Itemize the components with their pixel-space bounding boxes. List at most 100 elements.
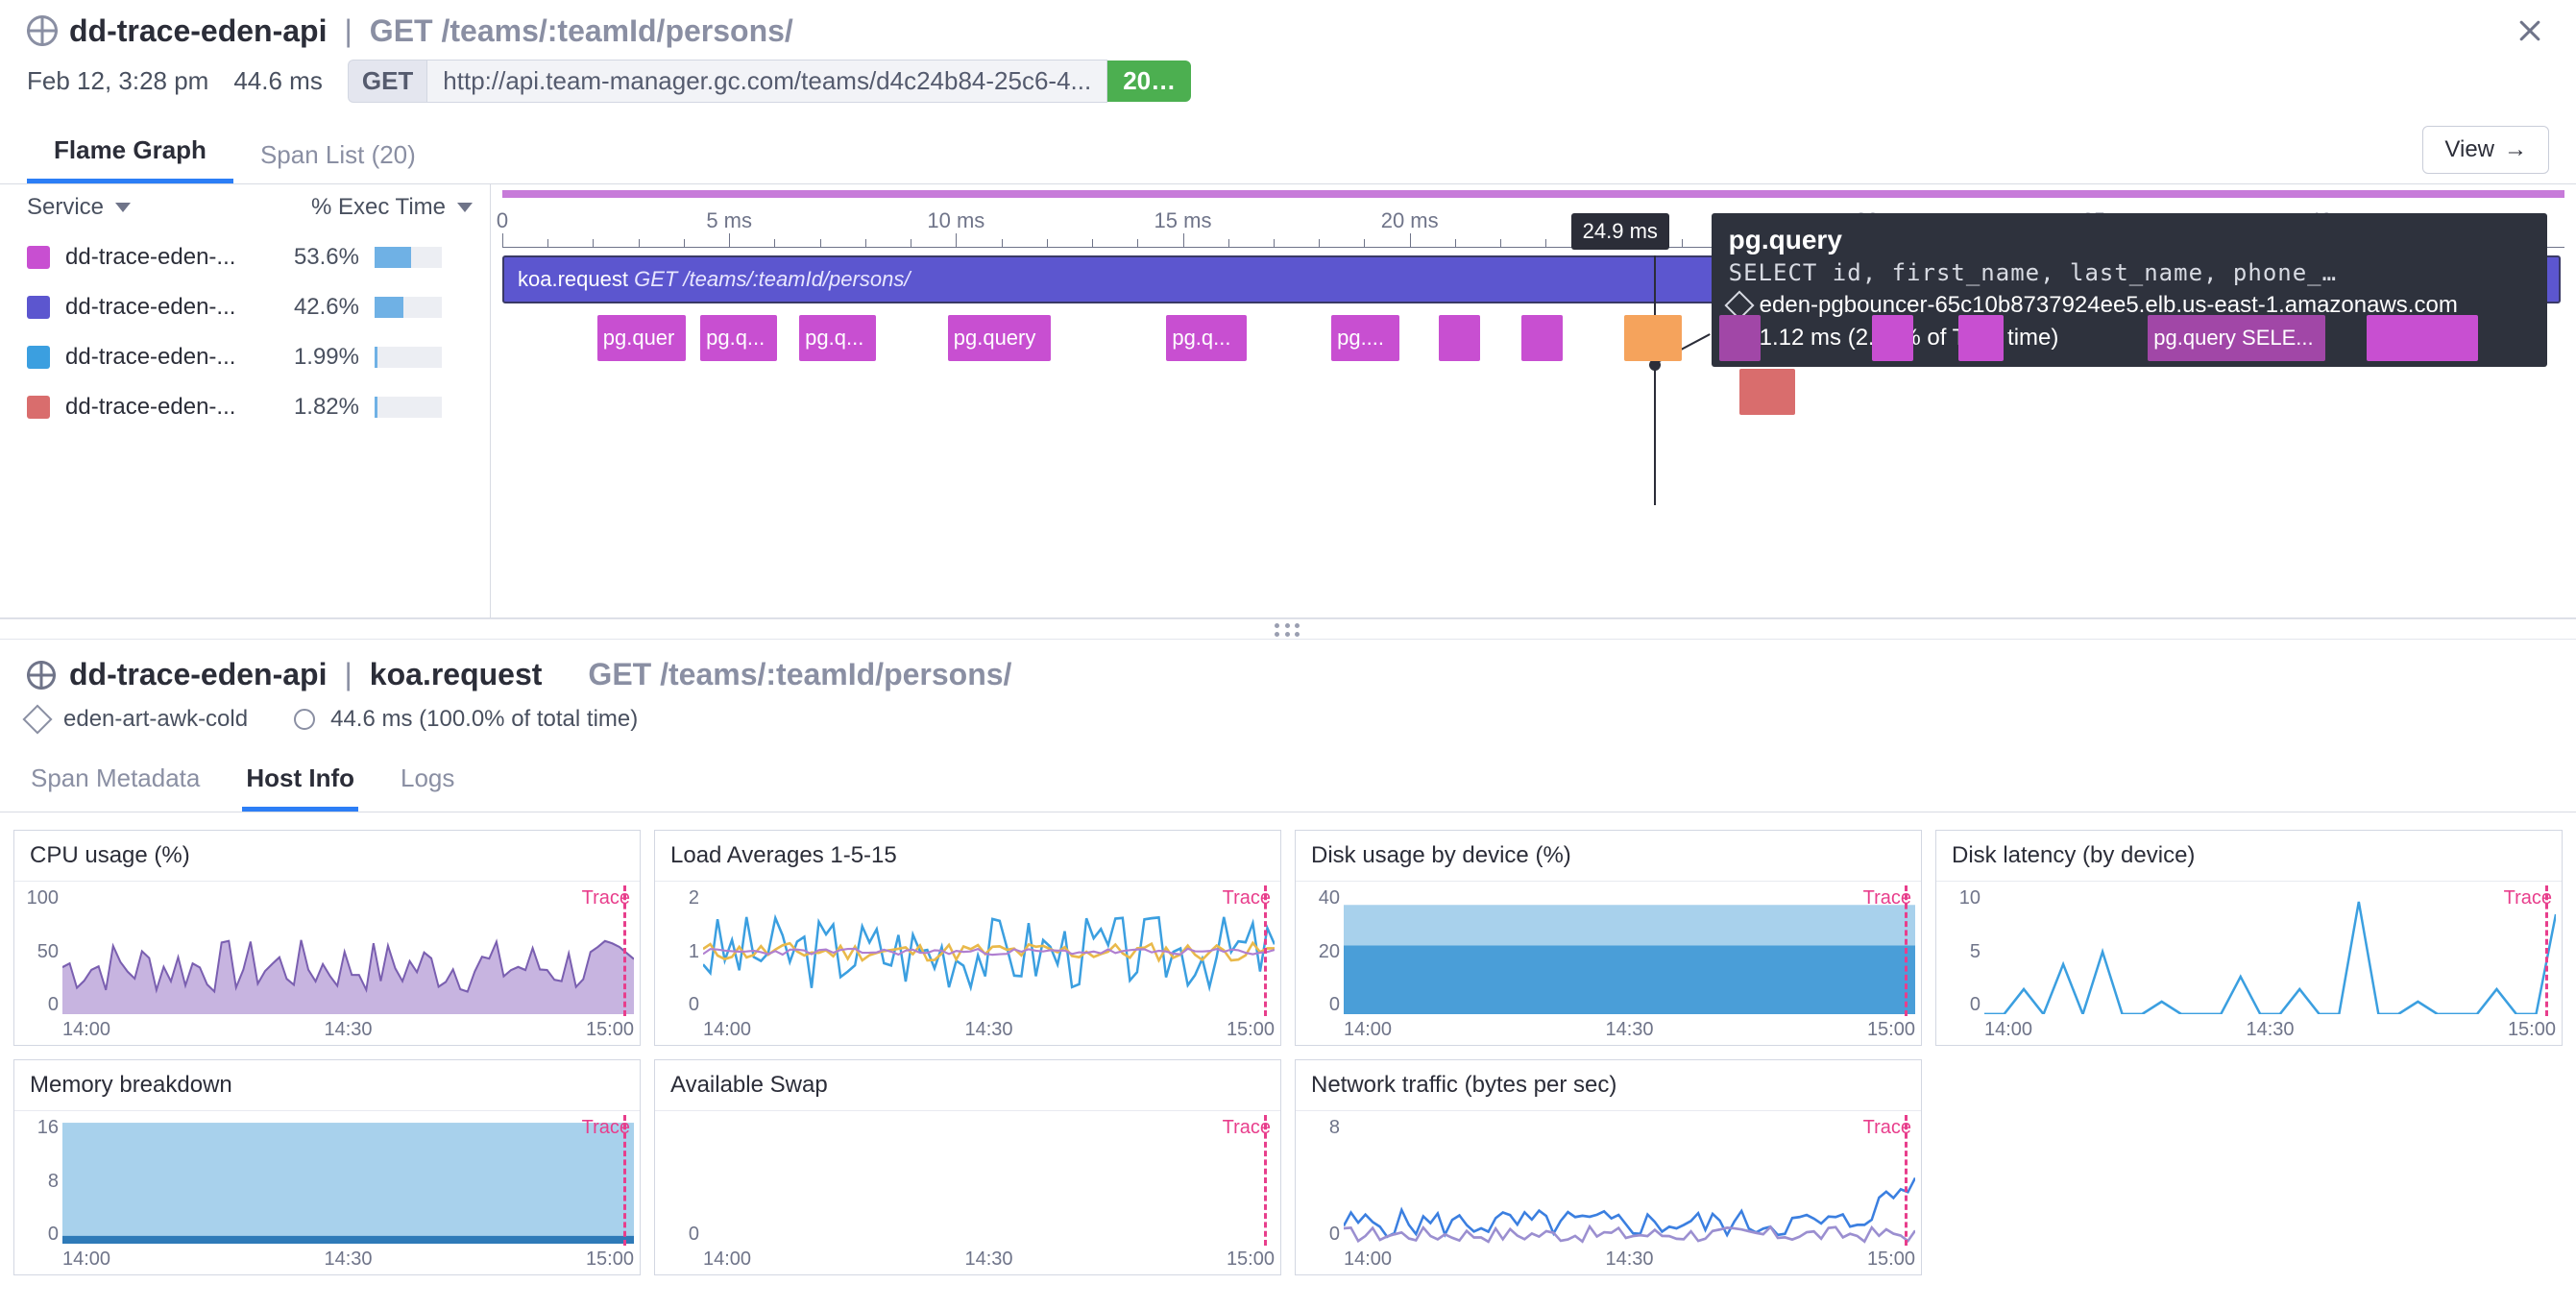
ruler-tick-label: 0 [497, 208, 508, 233]
color-swatch [27, 296, 50, 319]
trace-marker-line [1905, 885, 1908, 1016]
tooltip-sql: SELECT id, first_name, last_name, phone_… [1729, 259, 2530, 286]
trace-marker-line [623, 885, 626, 1016]
http-status-badge: 20… [1107, 61, 1191, 102]
minimap[interactable] [502, 190, 2564, 198]
flame-span[interactable] [1739, 369, 1795, 415]
detail-service: dd-trace-eden-api [69, 657, 327, 692]
flame-span[interactable]: pg.q... [799, 315, 875, 361]
chart-plot [1344, 1119, 1915, 1244]
globe-icon [27, 15, 58, 46]
exectime-column-header[interactable]: % Exec Time [311, 194, 473, 221]
flame-span[interactable]: pg.... [1331, 315, 1399, 361]
http-url[interactable]: http://api.team-manager.gc.com/teams/d4c… [426, 60, 1107, 103]
span-detail-sub: eden-art-awk-cold 44.6 ms (100.0% of tot… [0, 698, 2576, 750]
detail-tabs: Span Metadata Host Info Logs [0, 750, 2576, 812]
legend-service-label: dd-trace-eden-... [65, 344, 257, 371]
legend-mini-bar [375, 347, 442, 368]
view-tabs: Flame Graph Span List (20) View → [0, 116, 2576, 184]
trace-marker-line [2545, 885, 2548, 1016]
view-button-label: View [2444, 136, 2494, 163]
chart-card[interactable]: Available Swap 0 Trace 14:0014:3015:00 [654, 1059, 1281, 1275]
chart-card[interactable]: Memory breakdown 1680 Trace 14:0014:3015… [13, 1059, 641, 1275]
detail-span-name: koa.request [370, 657, 543, 692]
tab-span-metadata[interactable]: Span Metadata [27, 750, 204, 812]
span-detail-header: dd-trace-eden-api | koa.request GET /tea… [0, 640, 2576, 698]
chart-title: Memory breakdown [14, 1060, 640, 1111]
tooltip-host: eden-pgbouncer-65c10b8737924ee5.elb.us-e… [1760, 292, 2458, 319]
flame-span[interactable]: pg.q... [1166, 315, 1247, 361]
chart-plot [1984, 889, 2556, 1014]
tab-host-info[interactable]: Host Info [242, 750, 358, 812]
trace-marker-line [1264, 885, 1267, 1016]
ruler-tick-label: 20 ms [1381, 208, 1439, 233]
hover-marker: 24.9 ms pg.query SELECT id, first_name, … [1654, 255, 1656, 505]
chart-card[interactable]: Disk usage by device (%) 40200 Trace 14:… [1295, 830, 1922, 1046]
arrow-right-icon: → [2504, 136, 2527, 163]
legend-row[interactable]: dd-trace-eden-... 53.6% [27, 232, 473, 282]
tab-span-list[interactable]: Span List (20) [233, 127, 443, 183]
legend-pct: 1.82% [273, 394, 359, 421]
trace-marker-line [1264, 1115, 1267, 1246]
tooltip-title: pg.query [1729, 225, 2530, 255]
http-method-badge: GET [348, 60, 426, 103]
duration: 44.6 ms [233, 66, 323, 96]
flame-span[interactable] [1872, 315, 1913, 361]
chart-card[interactable]: Network traffic (bytes per sec) 80 Trace… [1295, 1059, 1922, 1275]
host-icon [22, 704, 52, 734]
trace-marker-line [1905, 1115, 1908, 1246]
flame-span[interactable]: pg.query SELE... [2148, 315, 2325, 361]
flame-span[interactable]: pg.q... [700, 315, 776, 361]
view-button[interactable]: View → [2422, 126, 2549, 174]
color-swatch [27, 246, 50, 269]
flame-span[interactable] [1439, 315, 1480, 361]
timestamp: Feb 12, 3:28 pm [27, 66, 208, 96]
legend-row[interactable]: dd-trace-eden-... 1.99% [27, 332, 473, 382]
service-column-header[interactable]: Service [27, 194, 131, 221]
legend-row[interactable]: dd-trace-eden-... 42.6% [27, 282, 473, 332]
panel-resize-handle[interactable] [0, 618, 2576, 640]
legend-mini-bar [375, 247, 442, 268]
chart-title: CPU usage (%) [14, 831, 640, 882]
legend-service-label: dd-trace-eden-... [65, 394, 257, 421]
operation-name: GET /teams/:teamId/persons/ [370, 13, 793, 49]
chart-card[interactable]: Disk latency (by device) 1050 Trace 14:0… [1935, 830, 2563, 1046]
color-swatch [27, 396, 50, 419]
request-pill: GET http://api.team-manager.gc.com/teams… [348, 60, 1191, 103]
flame-span[interactable] [1521, 315, 1563, 361]
chart-plot [62, 1119, 634, 1244]
chart-plot [703, 1119, 1275, 1244]
detail-duration: 44.6 ms (100.0% of total time) [330, 706, 638, 733]
tab-logs[interactable]: Logs [397, 750, 458, 812]
flame-span[interactable] [2367, 315, 2478, 361]
legend-mini-bar [375, 397, 442, 418]
flame-span[interactable]: pg.query [948, 315, 1051, 361]
legend-mini-bar [375, 297, 442, 318]
legend-pct: 42.6% [273, 294, 359, 321]
chart-plot [1344, 889, 1915, 1014]
trace-header: dd-trace-eden-api | GET /teams/:teamId/p… [0, 0, 2576, 56]
legend-row[interactable]: dd-trace-eden-... 1.82% [27, 382, 473, 432]
detail-host: eden-art-awk-cold [63, 706, 248, 733]
trace-subheader: Feb 12, 3:28 pm 44.6 ms GET http://api.t… [0, 56, 2576, 116]
chart-card[interactable]: Load Averages 1-5-15 210 Trace 14:0014:3… [654, 830, 1281, 1046]
caret-down-icon [457, 203, 473, 212]
flame-span[interactable]: pg.quer [597, 315, 686, 361]
clock-icon [294, 709, 315, 730]
legend-service-label: dd-trace-eden-... [65, 244, 257, 271]
chart-title: Load Averages 1-5-15 [655, 831, 1280, 882]
flame-span[interactable] [1624, 315, 1682, 361]
flame-graph[interactable]: 05 ms10 ms15 ms20 ms30 ms35 ms40 ms koa.… [490, 184, 2576, 618]
chart-title: Network traffic (bytes per sec) [1296, 1060, 1921, 1111]
hover-time-badge: 24.9 ms [1571, 213, 1669, 250]
tab-flame-graph[interactable]: Flame Graph [27, 122, 233, 183]
flame-lanes[interactable]: koa.request GET /teams/:teamId/persons/ … [502, 255, 2564, 505]
chart-card[interactable]: CPU usage (%) 100500 Trace 14:0014:3015:… [13, 830, 641, 1046]
color-swatch [27, 346, 50, 369]
flame-span[interactable] [1958, 315, 2004, 361]
ruler-tick-label: 5 ms [706, 208, 752, 233]
close-icon[interactable] [2511, 12, 2549, 50]
ruler-tick-label: 15 ms [1154, 208, 1212, 233]
ruler-tick-label: 10 ms [927, 208, 984, 233]
flame-span[interactable] [1719, 315, 1761, 361]
